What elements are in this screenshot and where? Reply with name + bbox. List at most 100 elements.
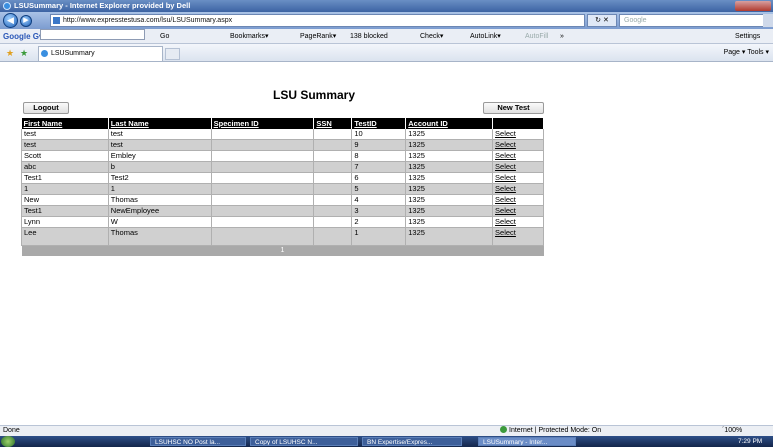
column-header-testid[interactable]: TestID [351, 118, 407, 129]
cell-ssn [313, 150, 353, 163]
cell-ssn [313, 161, 353, 174]
search-input[interactable]: Google [619, 14, 764, 27]
popup-blocked[interactable]: 138 blocked [350, 29, 388, 44]
table-row: Lynn W 2 1325 Select [21, 216, 544, 229]
cell-testid: 2 [351, 216, 407, 229]
start-button[interactable] [1, 436, 15, 447]
taskbar-item[interactable]: LSUSummary - Inter... [478, 437, 576, 446]
address-bar: ◀ ▶ http://www.expresstestusa.com/lsu/LS… [0, 12, 773, 29]
cell-last-name: 1 [107, 183, 212, 196]
google-go-button[interactable]: Go [160, 29, 169, 44]
security-zone[interactable]: Internet | Protected Mode: On [500, 426, 601, 436]
internet-explorer-icon [3, 2, 11, 10]
cell-testid: 8 [351, 150, 407, 163]
logout-button[interactable]: Logout [23, 102, 69, 114]
column-header-specimen-id[interactable]: Specimen ID [211, 118, 315, 129]
cell-last-name: Thomas [107, 227, 212, 247]
pagerank-menu[interactable]: PageRank▾ [300, 29, 336, 44]
tab-lsusummary[interactable]: LSUSummary [38, 46, 163, 61]
zoom-level[interactable]: ´100% [722, 426, 742, 436]
cell-testid: 6 [351, 172, 407, 185]
summary-table: First Name Last Name Specimen ID SSN Tes… [21, 118, 544, 257]
cell-specimen-id [210, 129, 315, 141]
cell-ssn [313, 183, 353, 196]
window-title: LSUSummary - Internet Explorer provided … [14, 1, 191, 10]
cell-specimen-id [210, 172, 315, 185]
select-link[interactable]: Select [492, 172, 544, 185]
select-link[interactable]: Select [492, 205, 544, 218]
select-link[interactable]: Select [492, 161, 544, 174]
cell-account-id: 1325 [405, 150, 494, 163]
taskbar-item[interactable]: Copy of LSUHSC N... [250, 437, 358, 446]
pager-page-1[interactable]: 1 [21, 245, 544, 257]
select-link[interactable]: Select [492, 216, 544, 229]
cell-first-name: 1 [21, 183, 109, 196]
pager-row: 1 [21, 245, 544, 257]
add-favorite-icon[interactable]: ★ [20, 44, 28, 62]
autofill-button[interactable]: AutoFill [525, 29, 548, 44]
settings-button[interactable]: Settings [735, 29, 760, 44]
cell-first-name: test [21, 139, 109, 152]
search-placeholder: Google [624, 17, 647, 24]
column-header-last-name[interactable]: Last Name [108, 118, 212, 129]
taskbar-item[interactable]: LSUHSC NO Post la... [150, 437, 246, 446]
command-bar[interactable]: Page ▾ Tools ▾ [724, 44, 769, 62]
column-header-first-name[interactable]: First Name [21, 118, 109, 129]
window-titlebar: LSUSummary - Internet Explorer provided … [0, 0, 773, 12]
cell-first-name: New [21, 194, 109, 207]
cell-testid: 1 [351, 227, 407, 247]
more-chevron-icon[interactable]: » [560, 29, 564, 44]
search-icon[interactable] [763, 14, 773, 27]
google-search-input[interactable] [40, 29, 145, 40]
table-row: Lee Thomas 1 1325 Select [21, 227, 544, 247]
tab-label: LSUSummary [51, 50, 95, 57]
new-tab-button[interactable] [165, 48, 180, 60]
taskbar: LSUHSC NO Post la... Copy of LSUHSC N...… [0, 436, 773, 447]
select-link[interactable]: Select [492, 194, 544, 207]
select-link[interactable]: Select [492, 227, 544, 247]
back-button[interactable]: ◀ [3, 13, 18, 28]
cell-testid: 9 [351, 139, 407, 152]
column-header-ssn[interactable]: SSN [313, 118, 353, 129]
google-logo[interactable]: Google G▾ [3, 29, 43, 44]
select-link[interactable]: Select [492, 183, 544, 196]
cell-specimen-id [210, 205, 315, 218]
table-row: Test1 NewEmployee 3 1325 Select [21, 205, 544, 218]
cell-testid: 10 [351, 129, 407, 141]
autolink-menu[interactable]: AutoLink▾ [470, 29, 501, 44]
forward-button[interactable]: ▶ [20, 15, 32, 27]
taskbar-item[interactable]: BN Expertise/Expres... [362, 437, 462, 446]
window-controls[interactable] [735, 1, 771, 11]
page-icon [53, 17, 60, 24]
cell-account-id: 1325 [405, 129, 494, 141]
cell-first-name: Lynn [21, 216, 109, 229]
google-toolbar: Google G▾ Go Bookmarks▾ PageRank▾ 138 bl… [0, 29, 773, 44]
table-row: abc b 7 1325 Select [21, 161, 544, 174]
cell-testid: 7 [351, 161, 407, 174]
select-link[interactable]: Select [492, 139, 544, 152]
cell-specimen-id [210, 161, 315, 174]
refresh-stop-icon[interactable]: ↻ ✕ [587, 14, 617, 27]
cell-account-id: 1325 [405, 216, 494, 229]
cell-account-id: 1325 [405, 139, 494, 152]
column-header-action [492, 118, 544, 129]
select-link[interactable]: Select [492, 150, 544, 163]
system-clock: 7:29 PM [738, 438, 763, 445]
column-header-account-id[interactable]: Account ID [405, 118, 494, 129]
table-row: Test1 Test2 6 1325 Select [21, 172, 544, 185]
cell-specimen-id [210, 150, 315, 163]
page-title: LSU Summary [272, 88, 356, 102]
url-text: http://www.expresstestusa.com/lsu/LSUSum… [63, 17, 233, 24]
new-test-button[interactable]: New Test [483, 102, 544, 114]
cell-account-id: 1325 [405, 205, 494, 218]
url-field[interactable]: http://www.expresstestusa.com/lsu/LSUSum… [50, 14, 585, 27]
cell-first-name: Lee [21, 227, 109, 247]
cell-ssn [313, 172, 353, 185]
cell-account-id: 1325 [405, 194, 494, 207]
select-link[interactable]: Select [492, 129, 544, 141]
spell-check-menu[interactable]: Check▾ [420, 29, 443, 44]
bookmarks-menu[interactable]: Bookmarks▾ [230, 29, 269, 44]
cell-first-name: Scott [21, 150, 109, 163]
favorites-star-icon[interactable]: ★ [6, 44, 14, 62]
cell-first-name: test [21, 129, 109, 141]
